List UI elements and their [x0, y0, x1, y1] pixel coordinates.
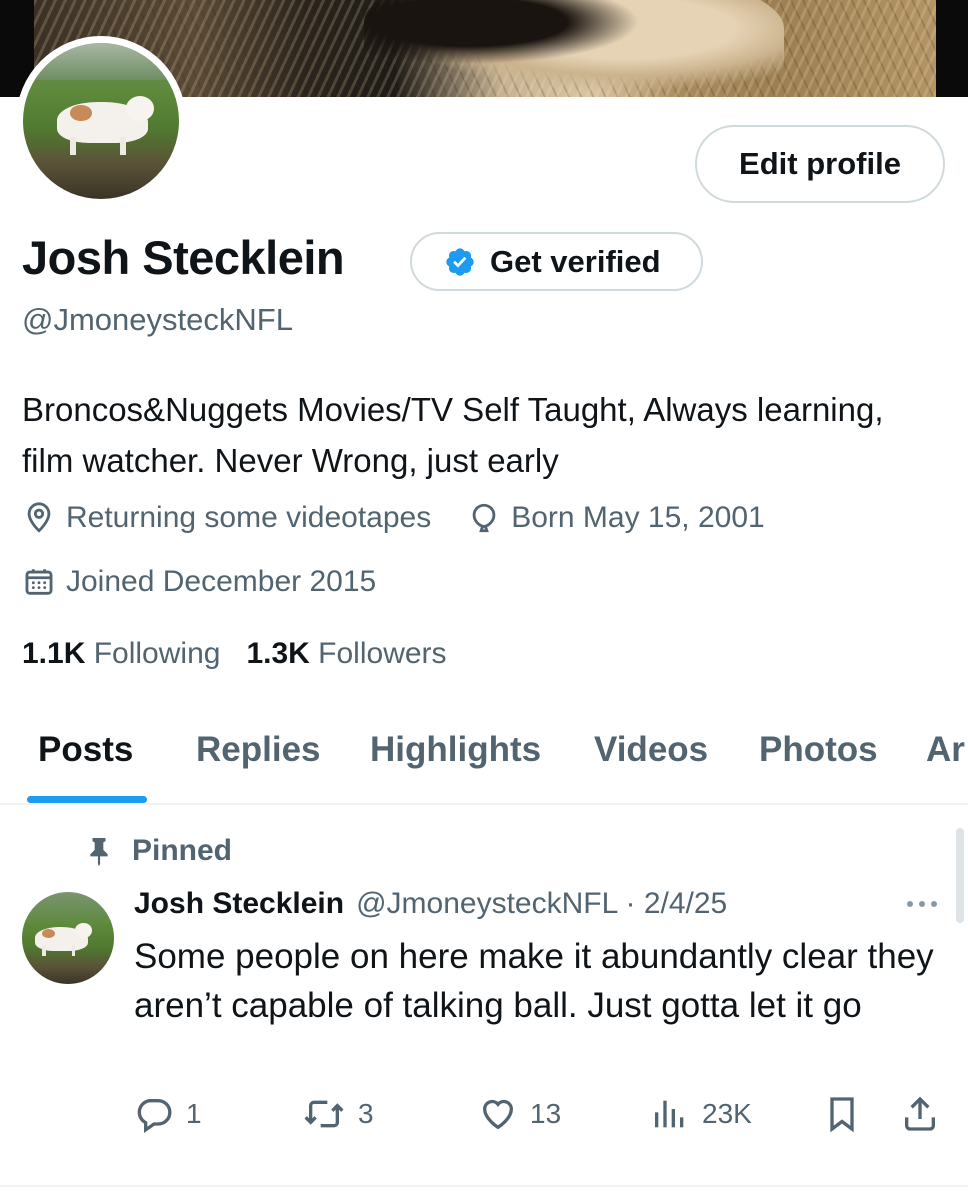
bookmark-button[interactable] [822, 1094, 862, 1134]
reply-icon [137, 1099, 172, 1134]
profile-handle: @JmoneysteckNFL [22, 302, 293, 337]
heart-icon [482, 1099, 514, 1130]
profile-tabs: Posts Replies Highlights Videos Photos A… [0, 700, 968, 805]
tab-articles[interactable]: Ar [926, 730, 965, 770]
pin-icon [90, 838, 108, 867]
avatar-dog-leg [69, 136, 77, 156]
following-label: Following [93, 637, 221, 670]
edit-profile-button[interactable]: Edit profile [695, 125, 945, 203]
avatar-dog-patch [69, 105, 92, 121]
profile-name: Josh Stecklein [22, 231, 345, 284]
followers-label: Followers [318, 637, 447, 670]
avatar-dog-leg [119, 136, 126, 156]
location-pin-icon [27, 502, 51, 533]
reply-count: 1 [186, 1098, 202, 1129]
post-actions: 1 3 13 23K [0, 1094, 968, 1138]
bookmark-icon [830, 1097, 854, 1133]
location-text: Returning some videotapes [66, 501, 432, 534]
active-tab-indicator [27, 796, 147, 803]
following-link[interactable]: 1.1K Following [22, 637, 220, 671]
reply-button[interactable]: 1 [134, 1094, 202, 1134]
more-icon[interactable] [902, 894, 942, 914]
get-verified-label: Get verified [490, 243, 661, 279]
profile-avatar[interactable] [16, 36, 186, 206]
views-button[interactable]: 23K [650, 1094, 752, 1134]
tab-videos[interactable]: Videos [594, 730, 708, 770]
avatar-dog-leg [71, 945, 76, 957]
profile-bio: Broncos&Nuggets Movies/TV Self Taught, A… [22, 391, 884, 479]
tab-replies[interactable]: Replies [196, 730, 321, 770]
repost-count: 3 [358, 1098, 374, 1129]
like-button[interactable]: 13 [478, 1094, 561, 1134]
avatar-dog-head [75, 923, 92, 938]
avatar-dog-head [125, 96, 155, 121]
joined-text: Joined December 2015 [66, 565, 377, 598]
birthday-item: Born May 15, 2001 [467, 501, 765, 535]
tab-posts[interactable]: Posts [38, 730, 133, 770]
location-item: Returning some videotapes [22, 501, 431, 535]
post-text: Some people on here make it abundantly c… [134, 937, 934, 1025]
avatar-sky [23, 43, 179, 81]
post-author-handle-date[interactable]: @JmoneysteckNFL · 2/4/25 [356, 887, 727, 921]
calendar-icon [25, 569, 53, 595]
balloon-icon [472, 503, 496, 533]
views-count: 23K [702, 1098, 752, 1129]
avatar-image [23, 43, 179, 199]
followers-link[interactable]: 1.3K Followers [246, 637, 446, 671]
post-author-name[interactable]: Josh Stecklein [134, 887, 344, 921]
like-count: 13 [530, 1098, 562, 1129]
share-icon [905, 1096, 935, 1131]
pinned-text: Pinned [132, 834, 233, 867]
avatar-dog-leg [42, 945, 46, 957]
following-count: 1.1K [22, 637, 86, 670]
post-author-avatar[interactable] [22, 892, 114, 984]
joined-row: Joined December 2015 [22, 565, 376, 599]
followers-count: 1.3K [246, 637, 310, 670]
get-verified-button[interactable]: Get verified [410, 232, 703, 291]
pinned-label: Pinned [86, 834, 232, 868]
verified-badge-icon [446, 247, 474, 276]
tab-highlights[interactable]: Highlights [370, 730, 541, 770]
avatar-dog-patch [42, 928, 56, 938]
follow-stats: 1.1K Following 1.3K Followers [22, 637, 447, 671]
divider [0, 1185, 968, 1187]
post-header: Josh Stecklein @JmoneysteckNFL · 2/4/25 [134, 887, 727, 921]
birthday-text: Born May 15, 2001 [511, 501, 765, 534]
profile-meta-row: Returning some videotapes Born May 15, 2… [22, 501, 765, 535]
repost-icon [304, 1100, 344, 1128]
share-button[interactable] [900, 1094, 940, 1134]
joined-item: Joined December 2015 [22, 565, 376, 599]
scrollbar[interactable] [956, 828, 964, 923]
views-icon [655, 1100, 684, 1128]
tab-photos[interactable]: Photos [759, 730, 878, 770]
repost-button[interactable]: 3 [302, 1094, 374, 1134]
banner-dog-image [364, 0, 784, 97]
